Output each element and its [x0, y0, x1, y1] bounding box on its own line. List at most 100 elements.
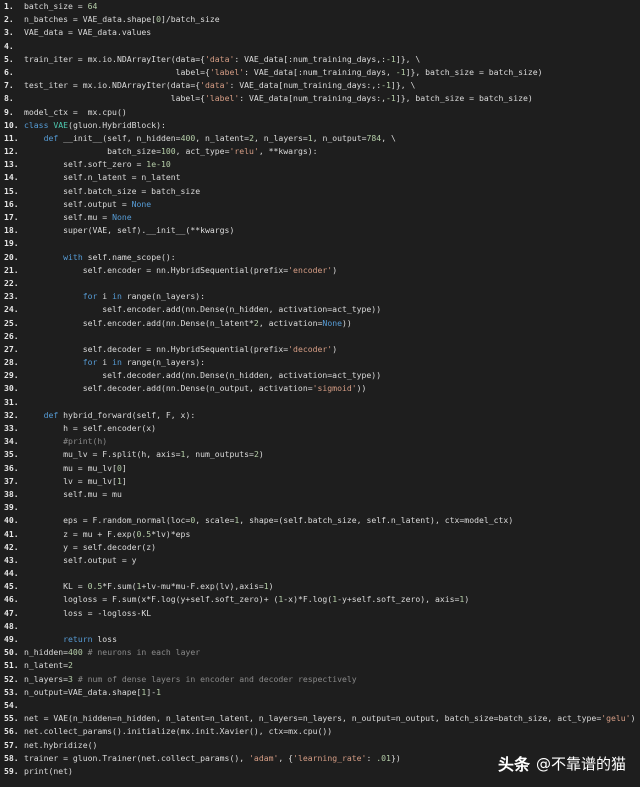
code-line: 31.: [0, 396, 640, 409]
code-token: h = self.encoder(x): [24, 423, 157, 433]
code-token: ]}, batch_size = batch_size): [405, 66, 543, 77]
line-number: 49.: [4, 634, 19, 644]
code-token: : VAE_data[:num_training_days,:: [234, 53, 387, 64]
line-number: 3.: [4, 27, 14, 38]
code-token: ]-: [146, 686, 157, 697]
line-number: 44.: [4, 568, 19, 579]
code-token: in: [112, 357, 127, 368]
code-token: net.collect_params().initialize(mx.init.…: [24, 726, 333, 737]
code-line: 41. z = mu + F.exp(0.5*lv)*eps: [0, 528, 640, 541]
code-line: 17. self.mu = None: [0, 211, 640, 224]
code-token: loss: [97, 634, 117, 644]
code-token: *F.sum(: [102, 581, 137, 592]
code-line: 25. self.encoder.add(nn.Dense(n_latent*2…: [0, 317, 640, 330]
line-number: 31.: [4, 396, 19, 407]
code-token: self.mu =: [24, 212, 113, 222]
code-token: 100: [160, 146, 176, 157]
code-token: self.n_latent = n_latent: [24, 172, 181, 183]
line-number: 57.: [4, 739, 19, 750]
line-number: 35.: [4, 449, 19, 460]
code-line: 46. logloss = F.sum(x*F.log(y+self.soft_…: [0, 593, 640, 606]
line-number: 17.: [4, 212, 19, 222]
code-token: )): [356, 383, 367, 394]
code-line: 52. n_layers=3 # num of dense layers in e…: [0, 673, 640, 686]
code-token: print(net): [24, 765, 73, 776]
code-line: 36. mu = mu_lv[0]: [0, 462, 640, 475]
line-number: 22.: [4, 277, 19, 288]
code-line: 9. model_ctx = mx.cpu(): [0, 106, 640, 119]
code-token: batch_size=: [24, 146, 161, 157]
code-token: self.mu = mu: [24, 488, 122, 499]
code-token: mu = mu_lv[: [24, 462, 117, 473]
code-token: 'adam': [249, 752, 279, 763]
code-line: 26.: [0, 330, 640, 343]
code-token: ]}, batch_size = batch_size): [395, 93, 533, 104]
code-token: 0.5: [136, 528, 152, 539]
code-token: , act_type=: [175, 146, 230, 157]
code-token: ): [630, 713, 636, 724]
watermark-brand: 头条: [497, 755, 530, 774]
line-number: 8.: [4, 93, 14, 104]
code-token: range(n_layers):: [126, 357, 206, 368]
line-number: 59.: [4, 765, 19, 776]
line-number: 41.: [4, 528, 19, 539]
code-line: 8. label={'label': VAE_data[num_training…: [0, 92, 640, 105]
code-token: #print(h): [63, 436, 108, 447]
line-number: 9.: [4, 106, 14, 117]
code-token: 1: [156, 686, 162, 697]
code-token: , num_outputs=: [185, 449, 254, 460]
code-token: 784: [366, 132, 382, 143]
code-line: 23. for i in range(n_layers):: [0, 290, 640, 303]
line-number: 18.: [4, 225, 19, 236]
code-token: (gluon.HybridBlock):: [68, 119, 166, 130]
code-token: ): [268, 581, 274, 592]
watermark: 头条 @不靠谱的猫: [498, 751, 626, 775]
code-token: self.decoder.add(nn.Dense(n_hidden, acti…: [24, 370, 382, 381]
code-token: model_ctx = mx.cpu(): [24, 106, 127, 117]
code-token: self.soft_zero =: [24, 159, 147, 170]
code-token: batch_size =: [24, 1, 88, 11]
code-token: class: [24, 119, 54, 130]
code-line: 12. batch_size=100, act_type='relu', **k…: [0, 145, 640, 158]
code-line: 34. #print(h): [0, 435, 640, 448]
line-number: 11.: [4, 132, 19, 143]
line-number: 6.: [4, 66, 14, 77]
line-number: 13.: [4, 159, 19, 170]
code-token: return: [63, 634, 98, 644]
code-token: in: [112, 291, 127, 302]
code-token: n_batches = VAE_data.shape[: [24, 14, 157, 25]
code-token: ]: [121, 462, 127, 473]
code-token: -y+self.soft_zero), axis=: [337, 594, 460, 605]
line-number: 32.: [4, 409, 19, 420]
code-line: 32. def hybrid_forward(self, F, x):: [0, 409, 640, 422]
code-line: 43. self.output = y: [0, 554, 640, 567]
code-line: 30. self.decoder.add(nn.Dense(n_output, …: [0, 382, 640, 395]
code-token: ): [258, 449, 264, 460]
code-line: 29. self.decoder.add(nn.Dense(n_hidden, …: [0, 369, 640, 382]
code-token: label={: [24, 66, 210, 77]
code-token: eps = F.random_normal(loc=: [24, 515, 191, 526]
code-line: 2. n_batches = VAE_data.shape[0]/batch_si…: [0, 13, 640, 26]
code-token: , activation=: [258, 317, 323, 328]
code-token: 'label': [209, 66, 245, 77]
line-number: 39.: [4, 502, 19, 513]
code-line: 18. super(VAE, self).__init__(**kwargs): [0, 224, 640, 237]
code-token: 'data': [205, 53, 235, 64]
code-token: None: [112, 212, 132, 222]
line-number: 58.: [4, 752, 19, 763]
code-token: __init__(self, n_hidden=: [63, 132, 181, 143]
line-number: 55.: [4, 713, 19, 724]
code-line: 44.: [0, 567, 640, 580]
code-token: }): [390, 752, 401, 763]
code-line: 39.: [0, 501, 640, 514]
code-token: for: [82, 291, 103, 302]
line-number: 25.: [4, 317, 19, 328]
code-token: , **kwargs):: [258, 146, 318, 157]
code-line: 10. class VAE(gluon.HybridBlock):: [0, 119, 640, 132]
code-token: 2: [68, 660, 73, 671]
code-token: self.decoder = nn.HybridSequential(prefi…: [24, 343, 289, 354]
code-token: VAE: [53, 119, 69, 130]
